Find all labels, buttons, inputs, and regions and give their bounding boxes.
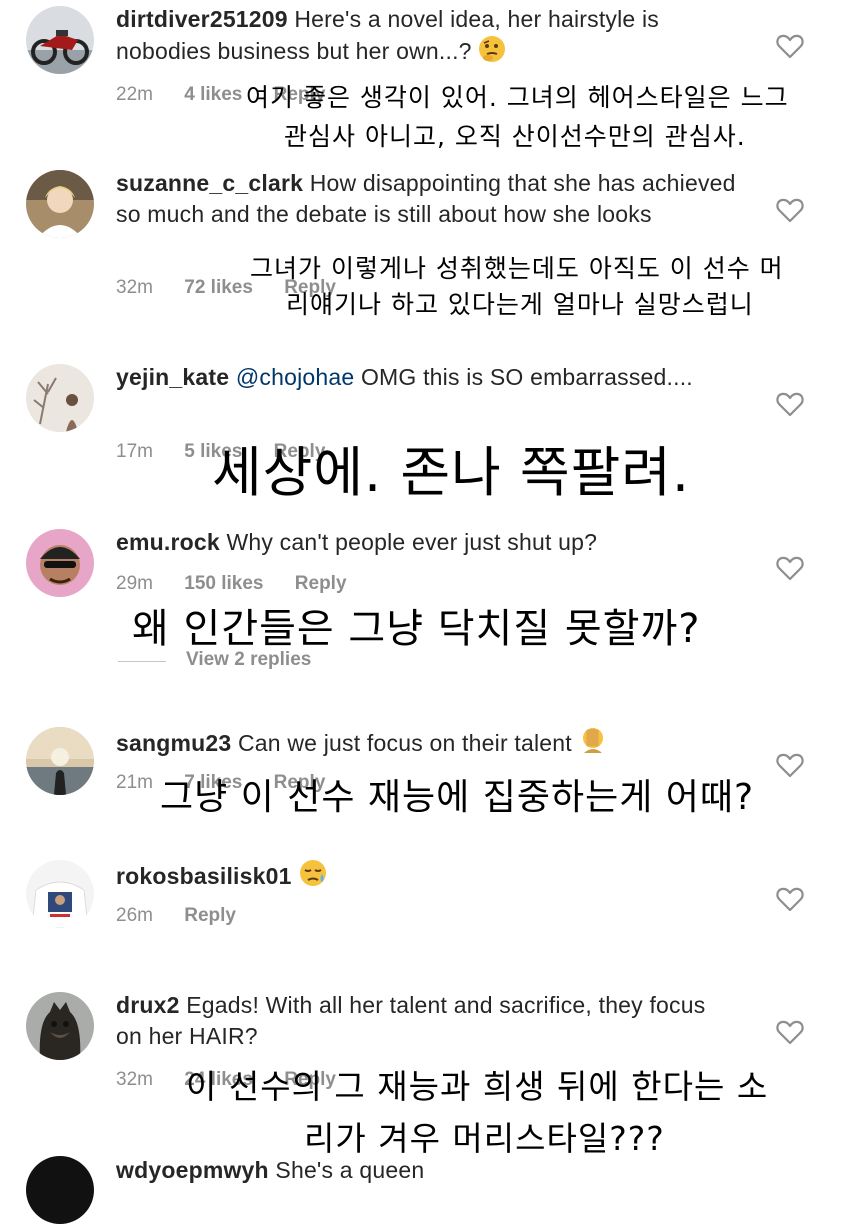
translation-overlay: 관심사 아니고, 오직 산이선수만의 관심사. <box>284 122 746 151</box>
timestamp: 22m <box>116 84 153 105</box>
timestamp: 29m <box>116 573 153 594</box>
translation-overlay: 리가 겨우 머리스타일??? <box>304 1119 665 1158</box>
comment-text: wdyoepmwyh She's a queen <box>116 1155 736 1186</box>
username[interactable]: sangmu23 <box>116 730 231 756</box>
timestamp: 21m <box>116 772 153 793</box>
like-heart-icon[interactable] <box>776 555 804 581</box>
avatar[interactable] <box>26 170 94 238</box>
avatar[interactable] <box>26 1156 94 1224</box>
thinking-face-icon <box>478 35 506 71</box>
face-palm-icon <box>578 725 608 763</box>
like-heart-icon[interactable] <box>776 886 804 912</box>
username[interactable]: emu.rock <box>116 529 220 555</box>
translation-overlay: 그냥 이 선수 재능에 집중하는게 어때? <box>160 777 755 818</box>
username[interactable]: rokosbasilisk01 <box>116 863 292 889</box>
comment-body: Why can't people ever just shut up? <box>226 529 598 555</box>
mention-link[interactable]: @chojohae <box>236 364 355 390</box>
comment-text: yejin_kate @chojohae OMG this is SO emba… <box>116 362 736 393</box>
sad-relieved-face-icon <box>298 858 328 896</box>
avatar[interactable] <box>26 529 94 597</box>
comment-text: dirtdiver251209 Here's a novel idea, her… <box>116 4 736 71</box>
username[interactable]: drux2 <box>116 992 180 1018</box>
avatar[interactable] <box>26 364 94 432</box>
replies-divider <box>118 661 166 662</box>
like-heart-icon[interactable] <box>776 1019 804 1045</box>
timestamp: 17m <box>116 441 153 462</box>
comment-body: Can we just focus on their talent <box>237 730 572 756</box>
username[interactable]: dirtdiver251209 <box>116 6 288 32</box>
like-count[interactable]: 150 likes <box>184 573 263 595</box>
comment-body: She's a queen <box>275 1157 425 1183</box>
like-heart-icon[interactable] <box>776 752 804 778</box>
view-replies-button[interactable]: View 2 replies <box>186 649 311 671</box>
translation-overlay: 여기 좋은 생각이 있어. 그녀의 헤어스타일은 느그 <box>246 83 789 112</box>
translation-overlay: 이 선수의 그 재능과 희생 뒤에 한다는 소 <box>186 1067 769 1106</box>
avatar[interactable] <box>26 992 94 1060</box>
translation-overlay: 리얘기나 하고 있다는게 얼마나 실망스럽니 <box>286 290 754 319</box>
comment-text: drux2 Egads! With all her talent and sac… <box>116 990 736 1052</box>
comment-body: Egads! With all her talent and sacrifice… <box>116 992 706 1049</box>
avatar[interactable] <box>26 727 94 795</box>
comment-text: suzanne_c_clark How disappointing that s… <box>116 168 736 230</box>
reply-button[interactable]: Reply <box>184 905 236 927</box>
like-count[interactable]: 4 likes <box>184 84 242 106</box>
comment-text: sangmu23 Can we just focus on their tale… <box>116 725 736 763</box>
username[interactable]: wdyoepmwyh <box>116 1157 269 1183</box>
like-heart-icon[interactable] <box>776 197 804 223</box>
comment-body: OMG this is SO embarrassed.... <box>360 364 693 390</box>
reply-button[interactable]: Reply <box>295 573 347 595</box>
avatar[interactable] <box>26 6 94 74</box>
comment-text: rokosbasilisk01 <box>116 858 736 896</box>
timestamp: 32m <box>116 277 153 298</box>
username[interactable]: suzanne_c_clark <box>116 170 303 196</box>
like-heart-icon[interactable] <box>776 33 804 59</box>
timestamp: 32m <box>116 1069 153 1090</box>
comment-text: emu.rock Why can't people ever just shut… <box>116 527 736 558</box>
like-heart-icon[interactable] <box>776 391 804 417</box>
comment-meta: 26m Reply <box>116 905 262 927</box>
avatar[interactable] <box>26 860 94 928</box>
username[interactable]: yejin_kate <box>116 364 229 390</box>
comment-meta: 29m 150 likes Reply <box>116 573 373 595</box>
translation-overlay: 왜 인간들은 그냥 닥치질 못할까? <box>132 606 701 652</box>
translation-overlay: 세상에. 존나 쪽팔려. <box>212 441 691 504</box>
like-count[interactable]: 72 likes <box>184 277 253 299</box>
timestamp: 26m <box>116 905 153 926</box>
translation-overlay: 그녀가 이렇게나 성취했는데도 아직도 이 선수 머 <box>250 254 784 283</box>
